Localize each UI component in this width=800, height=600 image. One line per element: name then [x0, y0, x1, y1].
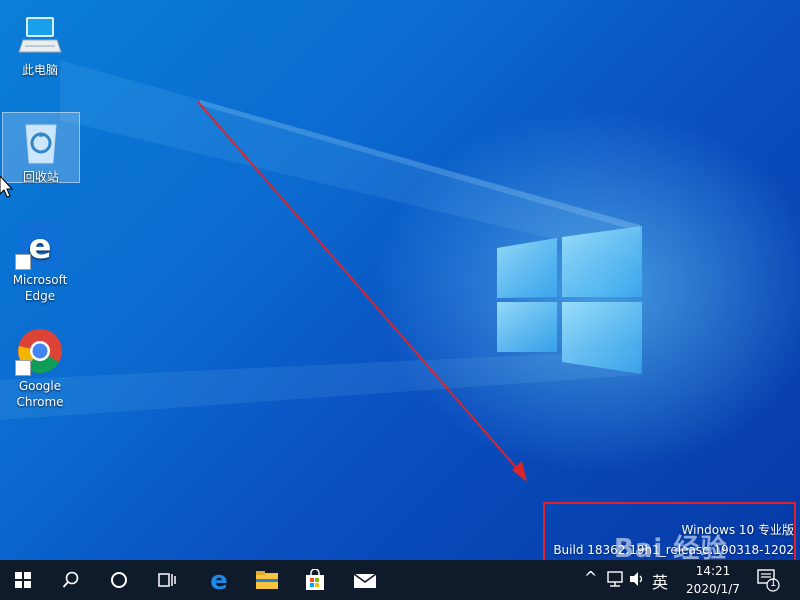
trash-bin-icon: [16, 117, 66, 167]
file-explorer-taskbar-button[interactable]: [244, 560, 290, 600]
edge-taskbar-button[interactable]: e: [196, 560, 242, 600]
computer-icon: [15, 10, 65, 60]
desktop[interactable]: 此电脑 回收站 e Microsoft Edge Google Chrome W…: [0, 0, 800, 560]
mouse-pointer-icon: [0, 176, 14, 198]
show-hidden-icons-button[interactable]: ^: [584, 568, 597, 587]
task-view-button[interactable]: [144, 560, 190, 600]
action-center-button[interactable]: 1: [756, 568, 780, 596]
shortcut-arrow-icon: [15, 254, 31, 270]
clock-date: 2020/1/7: [686, 582, 740, 596]
search-icon: [62, 571, 79, 588]
volume-icon[interactable]: [628, 570, 646, 588]
icon-label: Microsoft Edge: [12, 273, 68, 303]
recycle-bin-icon[interactable]: 回收站: [2, 112, 80, 184]
store-bag-icon: [306, 569, 324, 590]
chrome-desktop-icon[interactable]: Google Chrome: [2, 322, 78, 410]
icon-label: Google Chrome: [16, 379, 64, 409]
this-pc-icon[interactable]: 此电脑: [2, 6, 78, 78]
clock-time: 14:21: [695, 564, 731, 578]
mail-envelope-icon: [353, 573, 377, 588]
chrome-icon: [15, 326, 65, 376]
edge-icon: e: [15, 220, 65, 270]
clock[interactable]: 14:21 2020/1/7: [678, 562, 748, 598]
search-button[interactable]: [48, 560, 94, 600]
icon-label: 回收站: [22, 170, 59, 184]
network-icon[interactable]: [607, 570, 623, 588]
folder-icon: [256, 571, 278, 589]
edge-icon: e: [210, 567, 228, 593]
cortana-button[interactable]: [96, 560, 142, 600]
task-view-icon: [158, 573, 176, 587]
notification-count-badge: 1: [770, 578, 777, 589]
taskbar: e ^ 英 14:21 2020/1/7 1: [0, 560, 800, 600]
svg-text:e: e: [28, 227, 51, 267]
notification-icon: [757, 569, 780, 592]
cortana-circle-icon: [111, 572, 127, 588]
edge-desktop-icon[interactable]: e Microsoft Edge: [2, 216, 78, 304]
windows-version-watermark: Windows 10 专业版 Build 18362.19h1_release.…: [553, 520, 794, 560]
input-method-indicator[interactable]: 英: [652, 569, 668, 593]
watermark-build: Build 18362.19h1_release.190318-1202: [553, 543, 794, 557]
icon-label: 此电脑: [21, 63, 58, 77]
watermark-edition: Windows 10 专业版: [681, 523, 794, 537]
shortcut-arrow-icon: [15, 360, 31, 376]
windows-start-icon: [15, 572, 31, 588]
mail-taskbar-button[interactable]: [342, 560, 388, 600]
start-button[interactable]: [0, 560, 46, 600]
store-taskbar-button[interactable]: [292, 560, 338, 600]
annotation-arrow: [197, 101, 527, 482]
svg-text:e: e: [210, 567, 228, 593]
